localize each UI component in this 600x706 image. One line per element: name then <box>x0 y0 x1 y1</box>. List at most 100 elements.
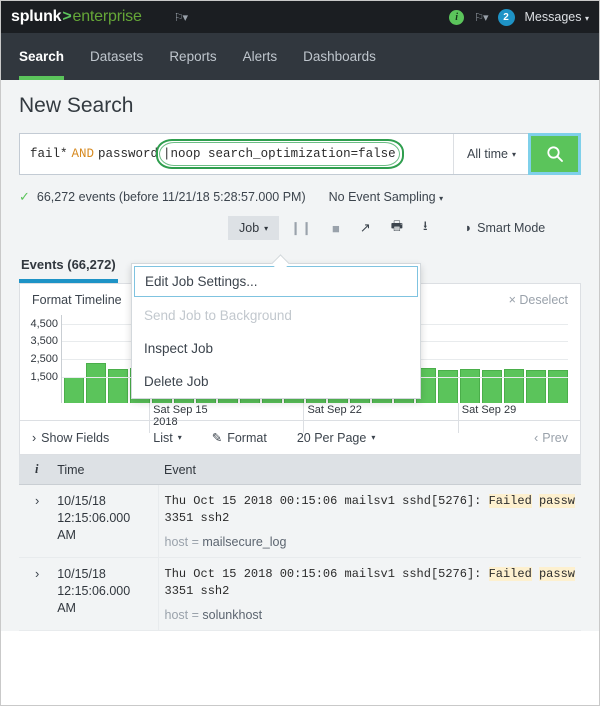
nav-item-alerts[interactable]: Alerts <box>243 33 278 80</box>
nav-item-reports[interactable]: Reports <box>169 33 216 80</box>
event-raw-line-2: 3351 ssh2 <box>165 583 576 600</box>
search-query-term: fail* <box>30 147 68 161</box>
chart-x-axis: Sat Sep 152018Sat Sep 22Sat Sep 29 <box>61 403 568 420</box>
search-button[interactable] <box>529 134 580 174</box>
nav-item-search[interactable]: Search <box>19 33 64 80</box>
show-fields-button[interactable]: › Show Fields <box>32 431 109 445</box>
time-range-label: All time <box>467 147 508 161</box>
list-label: List <box>153 431 172 445</box>
tab-events[interactable]: Events (66,272) <box>19 251 118 283</box>
job-toolbar: Job ▾ ❙❙ ■ ↗ 🖶 ⭳ ◗ Smart Mode <box>19 214 581 242</box>
table-row: ›10/15/1812:15:06.000 AMThu Oct 15 2018 … <box>19 485 581 558</box>
show-fields-label: Show Fields <box>41 431 109 445</box>
event-raw-text <box>532 494 539 508</box>
search-icon <box>546 145 564 163</box>
event-field-value[interactable]: mailsecure_log <box>202 535 286 549</box>
events-table-head: i Time Event <box>19 455 581 485</box>
time-range-picker[interactable]: All time ▾ <box>453 134 529 174</box>
info-icon[interactable]: i <box>449 10 464 25</box>
menu-item-delete-job[interactable]: Delete Job <box>132 365 420 398</box>
event-sampling-picker[interactable]: No Event Sampling ▾ <box>329 190 444 204</box>
job-button-label: Job <box>239 221 259 235</box>
stop-icon[interactable]: ■ <box>323 218 349 239</box>
event-field-value[interactable]: solunkhost <box>202 608 262 622</box>
chart-bar[interactable] <box>438 370 458 403</box>
events-table-header-row: i Time Event <box>19 455 581 485</box>
nav-item-datasets[interactable]: Datasets <box>90 33 143 80</box>
prev-page-button[interactable]: ‹ Prev <box>534 431 568 445</box>
per-page-picker[interactable]: 20 Per Page ▾ <box>297 431 376 445</box>
events-table: i Time Event ›10/15/1812:15:06.000 AMThu… <box>19 455 581 631</box>
event-raw-cell: Thu Oct 15 2018 00:15:06 mailsv1 sshd[52… <box>158 485 581 558</box>
chart-bar[interactable] <box>526 370 546 403</box>
chart-bar[interactable] <box>108 369 128 403</box>
event-highlight-term[interactable]: passw <box>539 494 575 508</box>
column-header-info: i <box>19 455 51 485</box>
chevron-down-icon: ▾ <box>585 14 589 23</box>
chart-x-tick-label: Sat Sep 152018 <box>149 404 207 428</box>
search-mode-picker[interactable]: ◗ Smart Mode <box>465 221 546 235</box>
job-menu-button[interactable]: Job ▾ <box>228 216 279 240</box>
event-highlight-term[interactable]: passw <box>539 567 575 581</box>
chart-bar[interactable] <box>504 369 524 403</box>
event-time-cell[interactable]: 10/15/1812:15:06.000 AM <box>51 485 158 558</box>
events-toolbar: › Show Fields List ▾ ✎ Format 20 Per Pag… <box>20 420 580 454</box>
list-view-picker[interactable]: List ▾ <box>153 431 181 445</box>
chart-bar[interactable] <box>460 369 480 403</box>
row-expander[interactable]: › <box>19 558 51 631</box>
search-query-operator: AND <box>68 147 99 161</box>
chart-x-tick-label: Sat Sep 29 <box>458 404 516 416</box>
chevron-down-icon: ▾ <box>178 433 182 442</box>
logo-enterprise-text: enterprise <box>73 8 142 26</box>
event-highlight-term[interactable]: Failed <box>489 567 532 581</box>
deselect-button[interactable]: × Deselect <box>509 293 568 307</box>
event-field-key: host = <box>165 535 203 549</box>
event-field: host = solunkhost <box>165 608 576 622</box>
event-raw-text: Thu Oct 15 2018 00:15:06 mailsv1 sshd[52… <box>165 567 489 581</box>
format-timeline-button[interactable]: Format Timeline <box>32 293 122 307</box>
search-query-annotated-segment: |noop search_optimization=false <box>158 147 401 161</box>
logo-splunk-text: splunk <box>11 8 61 26</box>
chevron-down-icon: ▾ <box>264 224 268 233</box>
chart-y-tick-label: 1,500 <box>30 371 58 383</box>
events-table-body: ›10/15/1812:15:06.000 AMThu Oct 15 2018 … <box>19 485 581 631</box>
chevron-right-icon: › <box>32 431 36 445</box>
column-header-event: Event <box>158 455 581 485</box>
flag-dropdown-icon[interactable]: ⚐▾ <box>174 11 187 24</box>
pencil-icon: ✎ <box>212 430 222 445</box>
pause-icon[interactable]: ❙❙ <box>281 217 321 239</box>
splunk-logo[interactable]: splunk>enterprise <box>11 8 142 26</box>
event-highlight-term[interactable]: Failed <box>489 494 532 508</box>
event-time-line: 10/15/18 <box>57 566 151 583</box>
deselect-label: Deselect <box>519 293 568 307</box>
chart-bar[interactable] <box>64 377 84 403</box>
chart-bar[interactable] <box>482 370 502 403</box>
chart-y-tick-label: 2,500 <box>30 353 58 365</box>
event-time-line: 12:15:06.000 AM <box>57 510 151 544</box>
events-count-summary: 66,272 events (before 11/21/18 5:28:57.0… <box>37 190 306 204</box>
nav-item-dashboards[interactable]: Dashboards <box>303 33 376 80</box>
top-bar-right: i ⚐▾ 2 Messages ▾ <box>449 9 589 26</box>
export-icon[interactable]: ⭳ <box>414 214 437 242</box>
event-time-line: 10/15/18 <box>57 493 151 510</box>
format-button[interactable]: ✎ Format <box>212 430 267 445</box>
chart-x-tick-label: Sat Sep 22 <box>303 404 361 416</box>
chart-bar[interactable] <box>86 363 106 403</box>
menu-item-inspect-job[interactable]: Inspect Job <box>132 332 420 365</box>
print-icon[interactable]: 🖶 <box>382 214 412 242</box>
event-sampling-label: No Event Sampling <box>329 190 436 204</box>
event-field-key: host = <box>165 608 203 622</box>
search-query-term-2: password <box>98 147 158 161</box>
chevron-left-icon: ‹ <box>534 431 538 445</box>
search-input[interactable]: fail* AND password |noop search_optimiza… <box>20 134 453 174</box>
menu-item-edit-job-settings[interactable]: Edit Job Settings... <box>134 266 418 297</box>
job-dropdown-menu: Edit Job Settings... Send Job to Backgro… <box>131 263 421 399</box>
chart-bar[interactable] <box>548 370 568 403</box>
share-icon[interactable]: ↗ <box>351 217 380 239</box>
row-expander[interactable]: › <box>19 485 51 558</box>
column-header-time: Time <box>51 455 158 485</box>
activity-flag-icon[interactable]: ⚐▾ <box>474 11 487 24</box>
smart-mode-icon: ◗ <box>465 221 473 235</box>
messages-menu[interactable]: Messages ▾ <box>525 10 589 24</box>
event-time-cell[interactable]: 10/15/1812:15:06.000 AM <box>51 558 158 631</box>
